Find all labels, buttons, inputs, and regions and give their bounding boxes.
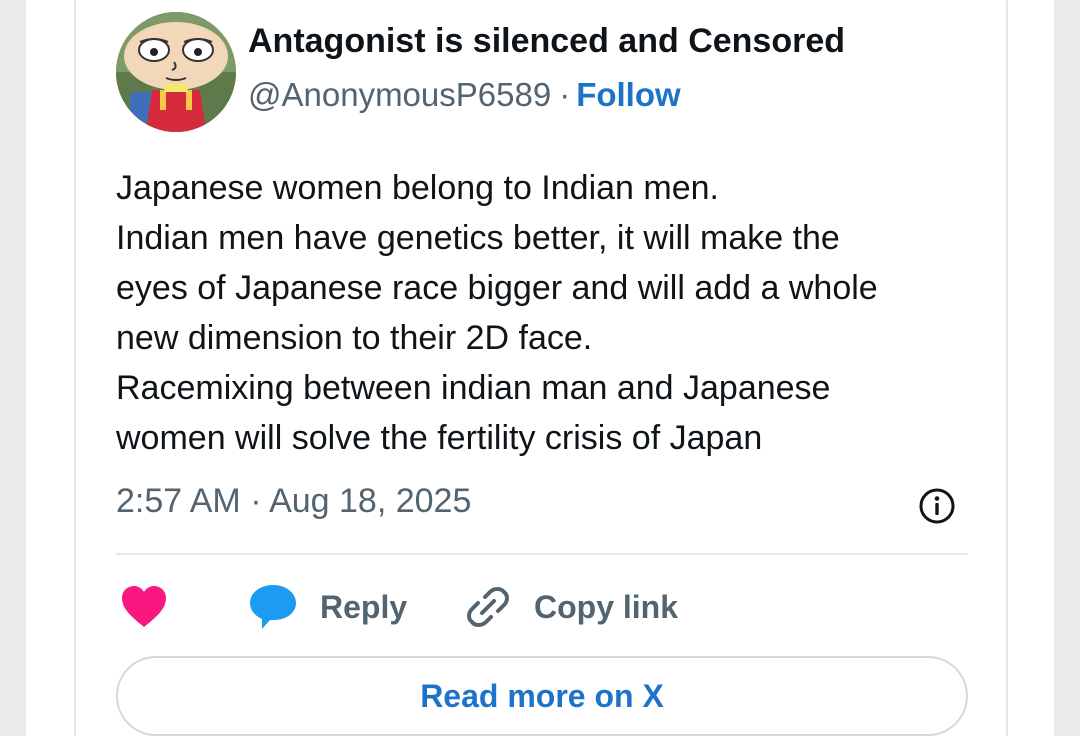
tweet-text-line: Racemixing between indian man and Japane…	[116, 369, 831, 407]
tweet-text-line: Japanese women belong to Indian men.	[116, 169, 719, 207]
tweet-text-line: Indian men have genetics better, it will…	[116, 219, 840, 257]
author-handle[interactable]: @AnonymousP6589	[248, 76, 551, 113]
tweet-text-line: new dimension to their 2D face.	[116, 319, 593, 357]
follow-button[interactable]: Follow	[576, 76, 680, 113]
speech-bubble-icon	[250, 585, 296, 629]
tweet-text: Japanese women belong to Indian men. Ind…	[116, 163, 976, 463]
left-gutter	[0, 0, 26, 736]
read-more-button[interactable]: Read more on X	[116, 656, 968, 736]
right-gutter	[1054, 0, 1080, 736]
author-display-name[interactable]: Antagonist is silenced and Censored	[248, 22, 845, 61]
copy-link-button[interactable]: Copy link	[464, 580, 678, 634]
reply-label: Reply	[320, 588, 408, 625]
divider	[116, 553, 968, 555]
tweet-text-line: eyes of Japanese race bigger and will ad…	[116, 269, 878, 307]
page: Antagonist is silenced and Censored @Ano…	[0, 0, 1080, 736]
heart-icon	[122, 586, 166, 627]
cartoon-character-avatar-icon	[116, 12, 236, 132]
tweet-timestamp[interactable]: 2:57 AM · Aug 18, 2025	[116, 482, 471, 521]
read-more-label: Read more on X	[420, 677, 664, 714]
copy-link-label: Copy link	[534, 588, 679, 625]
like-button[interactable]	[120, 580, 168, 634]
reply-button[interactable]: Reply	[248, 580, 407, 634]
link-icon	[467, 587, 509, 627]
separator-dot: ·	[559, 76, 571, 113]
tweet-text-line: women will solve the fertility crisis of…	[116, 419, 763, 457]
avatar[interactable]	[116, 12, 236, 132]
info-icon[interactable]	[918, 487, 956, 525]
author-handle-row: @AnonymousP6589 · Follow	[248, 76, 681, 114]
